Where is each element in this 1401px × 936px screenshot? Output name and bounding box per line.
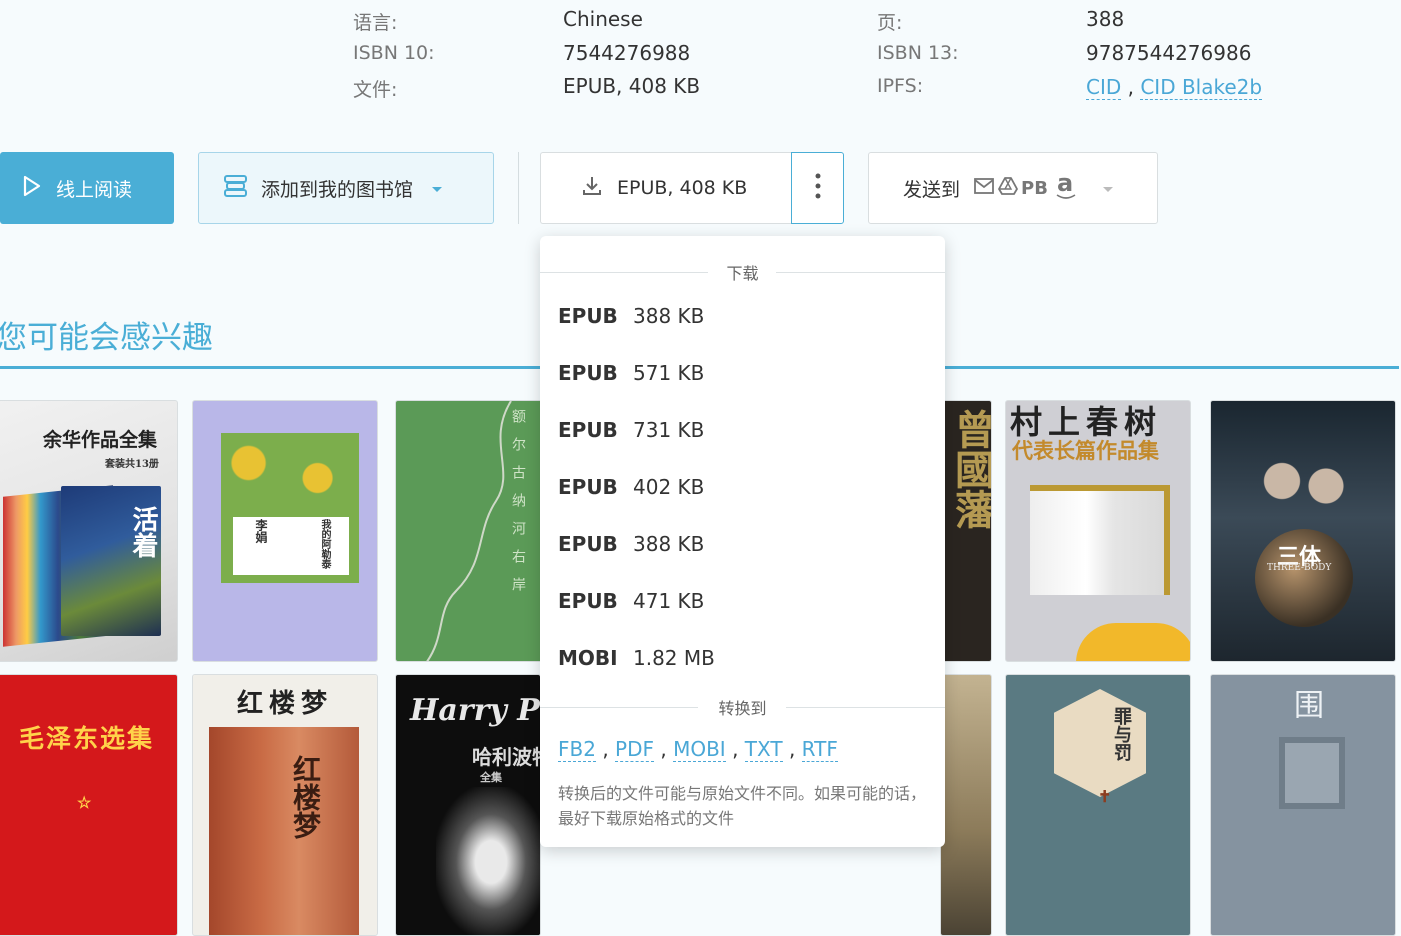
ipfs-cid-blake2b-link[interactable]: CID Blake2b	[1140, 75, 1263, 100]
book-metadata: 语言: Chinese 页: 388 ISBN 10: 7544276988 I…	[0, 0, 1401, 110]
book-cover-partial[interactable]	[940, 674, 992, 936]
cover-subtitle-2: 全集	[480, 771, 502, 784]
isbn10-value: 7544276988	[563, 41, 691, 65]
amazon-icon: a	[1056, 169, 1076, 199]
cover-title: 红楼梦	[237, 689, 334, 719]
cover-title: Harry Potter	[410, 693, 540, 728]
cover-subtitle: 代表长篇作品集	[1012, 438, 1159, 463]
download-option-5[interactable]: EPUB 388 KB	[558, 532, 704, 556]
language-value: Chinese	[563, 7, 643, 31]
book-cover-three-body[interactable]: 三体 THREE-BODY	[1210, 400, 1396, 662]
cover-big-title: 活着	[128, 506, 158, 558]
cover-art-ground	[1076, 623, 1190, 661]
send-to-button[interactable]: 发送到 PB a	[868, 152, 1158, 224]
star-icon: ☆	[77, 793, 92, 812]
book-cover-mao-selected[interactable]: 毛泽东选集 ☆	[0, 674, 178, 936]
isbn13-label: ISBN 13:	[877, 42, 959, 64]
cover-subtitle: 哈利波特	[472, 745, 540, 769]
download-option-4[interactable]: EPUB 402 KB	[558, 475, 704, 499]
convert-format-links: FB2 , PDF , MOBI , TXT , RTF	[558, 737, 838, 762]
read-online-button[interactable]: 线上阅读	[0, 152, 174, 224]
download-header: 下载	[540, 258, 945, 288]
convert-rtf-link[interactable]: RTF	[801, 737, 838, 762]
add-to-library-label: 添加到我的图书馆	[261, 178, 414, 201]
pages-value: 388	[1086, 7, 1125, 31]
cover-art	[1249, 441, 1359, 541]
cover-title: 曾國藩	[948, 409, 992, 529]
cover-subtitle: 套装共13册	[105, 459, 159, 470]
file-label: 文件:	[353, 79, 398, 101]
download-option-7[interactable]: MOBI 1.82 MB	[558, 646, 715, 670]
download-options-dropdown: 下载 EPUB 388 KB EPUB 571 KB EPUB 731 KB EPUB…	[540, 236, 945, 847]
cover-author: 李娟	[254, 519, 268, 543]
download-label: EPUB, 408 KB	[617, 177, 748, 199]
cover-title: 罪与罚	[1111, 707, 1132, 761]
convert-header: 转换到	[540, 693, 945, 723]
cross-icon: ✝	[1098, 787, 1112, 806]
isbn10-label: ISBN 10:	[353, 42, 435, 64]
pocketbook-label: PB	[1021, 177, 1048, 199]
ipfs-cid-link[interactable]: CID	[1086, 75, 1122, 100]
download-icon	[581, 175, 603, 202]
cover-art	[436, 787, 540, 935]
book-cover-altay[interactable]: 李娟 我的阿勒泰	[192, 400, 378, 662]
book-cover-red-chamber[interactable]: 红楼梦 红楼梦	[192, 674, 378, 936]
more-vertical-icon	[815, 173, 821, 204]
cover-title: 我的阿勒泰	[319, 519, 330, 569]
link-separator: ,	[1127, 75, 1134, 99]
cover-big-title: 红楼梦	[289, 755, 322, 839]
book-cover-yuhua[interactable]: 余华作品全集 套装共13册 活着	[0, 400, 178, 662]
play-outline-icon	[22, 175, 42, 202]
add-to-library-button[interactable]: 添加到我的图书馆	[198, 152, 494, 224]
language-label: 语言:	[353, 12, 398, 34]
ipfs-links: CID , CID Blake2b	[1086, 75, 1263, 100]
book-cover-harry-potter[interactable]: Harry Potter 哈利波特 全集	[395, 674, 541, 936]
section-title: 您可能会感兴趣	[0, 320, 213, 356]
cover-art	[1279, 737, 1345, 809]
book-cover-murakami[interactable]: 村上春树 代表长篇作品集	[1005, 400, 1191, 662]
convert-mobi-link[interactable]: MOBI	[673, 737, 726, 762]
google-drive-icon	[998, 176, 1018, 200]
cover-art	[209, 727, 359, 935]
mail-icon	[974, 177, 994, 199]
download-option-2[interactable]: EPUB 571 KB	[558, 361, 704, 385]
chevron-down-icon	[1102, 177, 1114, 199]
divider	[518, 152, 519, 224]
convert-note: 转换后的文件可能与原始文件不同。如果可能的话，最好下载原始格式的文件	[558, 784, 927, 828]
pages-label: 页:	[877, 12, 903, 34]
download-option-1[interactable]: EPUB 388 KB	[558, 304, 704, 328]
download-button[interactable]: EPUB, 408 KB	[540, 152, 792, 224]
more-download-options-button[interactable]	[791, 152, 844, 224]
file-value: EPUB, 408 KB	[563, 74, 701, 98]
cover-title: 毛泽东选集	[19, 724, 155, 753]
library-stack-icon	[223, 174, 249, 203]
cover-subtitle: THREE-BODY	[1267, 563, 1332, 573]
convert-pdf-link[interactable]: PDF	[615, 737, 654, 762]
read-online-label: 线上阅读	[56, 178, 133, 201]
cover-title: 额尔古纳河右岸	[510, 409, 526, 605]
book-cover-zengguofan[interactable]: 曾國藩	[940, 400, 992, 662]
send-to-label: 发送到	[903, 178, 961, 201]
ipfs-label: IPFS:	[877, 75, 924, 97]
isbn13-value: 9787544276986	[1086, 41, 1252, 65]
convert-txt-link[interactable]: TXT	[744, 737, 783, 762]
convert-fb2-link[interactable]: FB2	[558, 737, 596, 762]
book-cover-crime-punishment[interactable]: 罪与罚 ✝	[1005, 674, 1191, 936]
cover-title: 余华作品全集	[43, 429, 158, 451]
chevron-down-icon	[431, 177, 443, 199]
download-option-6[interactable]: EPUB 471 KB	[558, 589, 704, 613]
book-cover-fortress[interactable]: 围城	[1210, 674, 1396, 936]
cover-art	[1030, 485, 1170, 595]
download-option-3[interactable]: EPUB 731 KB	[558, 418, 704, 442]
